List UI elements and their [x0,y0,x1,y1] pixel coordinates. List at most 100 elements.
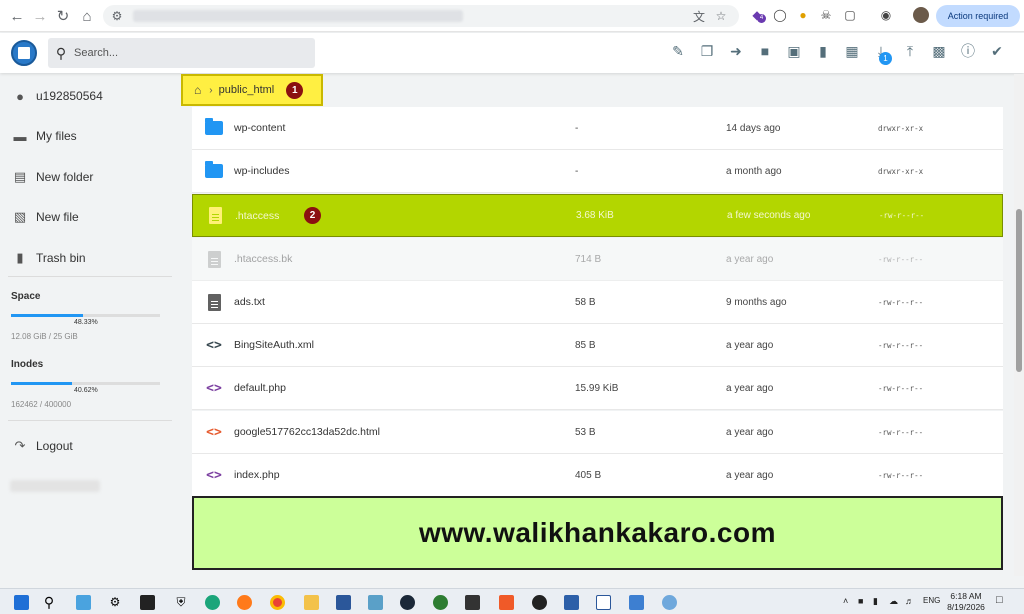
info-icon[interactable]: ⓘ [959,42,977,60]
table-row[interactable]: wp-content - 14 days ago drwxr-xr-x [192,107,1003,150]
reload-icon[interactable]: ↻ [50,3,76,29]
sidebar-item-new-file[interactable]: ▧ New file [12,209,79,225]
network-icon[interactable]: ☁ [889,596,898,607]
code-icon: <> [206,380,222,396]
file-name[interactable]: BingSiteAuth.xml [234,339,314,351]
chrome-icon[interactable] [268,593,286,611]
table-row[interactable]: .htaccess.bk 714 B a year ago -rw-r--r-- [192,238,1003,281]
table-row-selected[interactable]: .htaccess 2 3.68 KiB a few seconds ago -… [192,194,1003,237]
chart-icon[interactable]: ▩ [930,42,948,60]
document-app-icon[interactable] [594,593,612,611]
volume-icon[interactable]: ♬ [905,596,914,606]
file-name[interactable]: .htaccess.bk [234,253,292,265]
shield-extension-icon[interactable]: ◯ [772,7,788,23]
lightning-app-icon[interactable] [497,593,515,611]
file-name[interactable]: google517762cc13da52dc.html [234,426,380,438]
extension-icon-purple[interactable]: ◆4 [749,7,766,23]
file-name[interactable]: .htaccess [235,210,279,222]
file-name[interactable]: default.php [234,382,286,394]
photos-icon[interactable] [366,593,384,611]
edge-browser-icon[interactable] [203,593,221,611]
file-permissions: -rw-r--r-- [878,297,924,307]
file-size: 714 B [575,253,602,265]
permissions-lock-icon[interactable]: ■ [756,42,774,60]
table-row[interactable]: wp-includes - a month ago drwxr-xr-x [192,150,1003,193]
shield-app-icon[interactable]: ⛨ [172,593,190,611]
app-tray-icon[interactable]: ■ [858,596,863,606]
grid-view-icon[interactable]: ▦ [843,42,861,60]
sidebar-item-new-folder[interactable]: ▤ New folder [12,169,94,185]
breadcrumb-current[interactable]: public_html [219,84,275,96]
move-arrow-icon[interactable]: ➜ [727,42,745,60]
puzzle-extensions-icon[interactable]: ▢ [842,7,858,23]
epic-games-icon[interactable] [463,593,481,611]
delete-trash-icon[interactable]: ▮ [814,42,832,60]
home-icon[interactable]: ⌂ [74,3,100,29]
search-icon[interactable]: ⚲ [40,593,58,611]
code-icon: <> [206,337,222,353]
translate-icon[interactable]: 文 [691,8,707,24]
file-name[interactable]: wp-content [234,122,285,134]
taskbar-clock[interactable]: 6:18 AM 8/19/2026 [944,591,988,613]
download-icon[interactable]: ⤓ 1 [872,42,892,65]
sidebar-item-my-files[interactable]: ▬ My files [12,128,77,144]
archive-icon[interactable]: ▣ [785,42,803,60]
sidebar-item-logout[interactable]: ↷ Logout [12,438,73,454]
color-extension-icon[interactable]: ● [795,7,811,23]
table-row[interactable]: <> index.php 405 B a year ago -rw-r--r-- [192,454,1003,497]
notification-icon[interactable]: □ [996,594,1003,606]
action-required-button[interactable]: Action required [936,5,1020,27]
file-size: 405 B [575,469,602,481]
battery-icon[interactable]: ▮ [873,596,878,607]
chevron-up-icon[interactable]: ˄ [843,596,848,606]
inodes-usage-text: 162462 / 400000 [11,400,72,409]
search-box[interactable]: ⚲ [48,38,315,68]
mail-app-icon[interactable] [627,593,645,611]
table-row[interactable]: ads.txt 58 B 9 months ago -rw-r--r-- [192,281,1003,324]
game-app-icon[interactable] [431,593,449,611]
file-explorer-icon[interactable] [302,593,320,611]
sidebar-user[interactable]: ● u192850564 [12,88,103,104]
task-view-icon[interactable] [74,593,92,611]
search-input[interactable] [74,47,294,59]
rename-pencil-icon[interactable]: ✎ [669,42,687,60]
steam-icon[interactable] [398,593,416,611]
browser-toolbar: ← → ↻ ⌂ ⚙ 文 ☆ ◆4 ◯ ● ☠ ▢ ◉ Action requir… [0,0,1024,32]
trash-icon: ▮ [16,250,24,265]
address-bar[interactable]: ⚙ 文 ☆ [103,5,739,27]
inodes-percent: 40.62% [74,387,98,394]
terminal-icon[interactable] [138,593,156,611]
word-icon[interactable] [334,593,352,611]
home-icon[interactable]: ⌂ [194,83,201,97]
folder-icon [204,161,224,181]
clock-date: 8/19/2026 [947,602,985,612]
windows-start-icon[interactable] [12,593,30,611]
site-info-icon[interactable]: ⚙ [109,8,125,24]
incognito-icon[interactable]: ◉ [878,7,894,23]
upload-icon[interactable]: ⤒ [901,42,919,60]
table-row[interactable]: <> default.php 15.99 KiB a year ago -rw-… [192,367,1003,410]
firefox-icon[interactable] [235,593,253,611]
profile-avatar[interactable] [913,7,929,23]
file-name[interactable]: ads.txt [234,296,265,308]
file-modified: a year ago [726,253,774,265]
language-indicator[interactable]: ENG [923,596,940,605]
file-name[interactable]: wp-includes [234,165,289,177]
table-row[interactable]: <> BingSiteAuth.xml 85 B a year ago -rw-… [192,324,1003,367]
globe-app-icon[interactable] [660,593,678,611]
settings-gear-icon[interactable]: ⚙ [106,593,124,611]
file-name[interactable]: index.php [234,469,280,481]
figure-extension-icon[interactable]: ☠ [818,7,834,23]
bookmark-star-icon[interactable]: ☆ [713,8,729,24]
media-app-icon[interactable] [530,593,548,611]
sidebar-item-trash[interactable]: ▮ Trash bin [12,250,85,266]
space-usage-text: 12.08 GiB / 25 GiB [11,332,78,341]
code-icon: <> [206,467,222,483]
select-check-icon[interactable]: ✔ [988,42,1006,60]
windows-taskbar: ⚲ ⚙ ⛨ ˄ ■ ▮ ☁ ♬ ENG 6:18 AM 8/19/2026 □ [0,588,1024,614]
table-row[interactable]: <> google517762cc13da52dc.html 53 B a ye… [192,411,1003,454]
scrollbar-thumb[interactable] [1016,209,1022,372]
powershell-icon[interactable] [562,593,580,611]
copy-icon[interactable]: ❐ [698,42,716,60]
filemanager-logo[interactable] [11,40,37,66]
